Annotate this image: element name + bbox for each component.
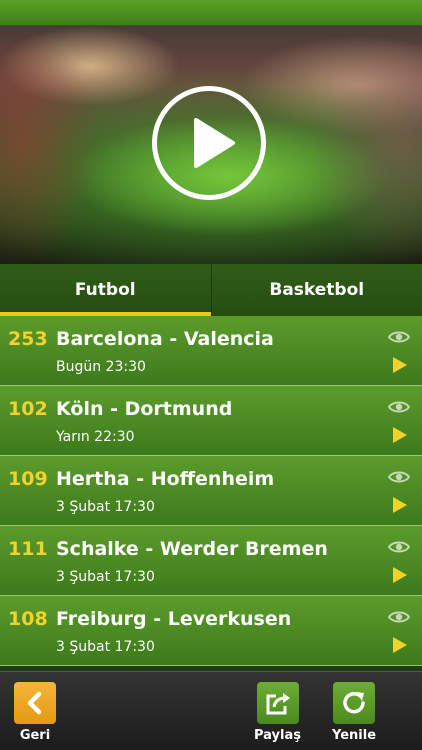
share-icon bbox=[266, 693, 290, 715]
share-button-bg bbox=[256, 682, 299, 724]
hero-background-right bbox=[282, 46, 422, 264]
video-preview[interactable] bbox=[0, 26, 422, 264]
match-time: 3 Şubat 17:30 bbox=[56, 639, 155, 655]
refresh-label: Yenile bbox=[332, 728, 377, 743]
back-label: Geri bbox=[19, 728, 51, 743]
sport-tabs: Futbol Basketbol bbox=[0, 264, 422, 316]
match-title: Köln - Dortmund bbox=[56, 398, 233, 420]
match-title: Schalke - Werder Bremen bbox=[56, 538, 328, 560]
chevron-left-icon bbox=[27, 691, 42, 715]
play-arrow-icon[interactable] bbox=[392, 356, 408, 374]
share-label: Paylaş bbox=[254, 728, 301, 743]
match-time: 3 Şubat 17:30 bbox=[56, 499, 155, 515]
match-row[interactable]: 108 Freiburg - Leverkusen 3 Şubat 17:30 bbox=[0, 596, 422, 666]
eye-icon bbox=[388, 541, 410, 553]
match-row[interactable]: 109 Hertha - Hoffenheim 3 Şubat 17:30 bbox=[0, 456, 422, 526]
refresh-button-bg bbox=[333, 682, 376, 724]
refresh-icon bbox=[343, 691, 365, 714]
match-title: Barcelona - Valencia bbox=[56, 328, 274, 350]
viewer-count: 109 bbox=[8, 468, 48, 490]
viewer-count: 111 bbox=[8, 538, 48, 560]
match-title: Freiburg - Leverkusen bbox=[56, 608, 292, 630]
bottom-toolbar: Geri Paylaş Yenile bbox=[0, 671, 422, 750]
match-list: 253 Barcelona - Valencia Bugün 23:30 102… bbox=[0, 316, 422, 671]
back-button[interactable]: Geri bbox=[14, 682, 56, 743]
match-time: Yarın 22:30 bbox=[56, 429, 135, 445]
tab-futbol-label: Futbol bbox=[74, 280, 136, 300]
tab-futbol[interactable]: Futbol bbox=[0, 264, 211, 316]
eye-icon bbox=[388, 611, 410, 623]
match-row[interactable]: 253 Barcelona - Valencia Bugün 23:30 bbox=[0, 316, 422, 386]
tab-basketbol-label: Basketbol bbox=[269, 280, 365, 300]
eye-icon bbox=[388, 471, 410, 483]
tab-basketbol[interactable]: Basketbol bbox=[210, 264, 422, 316]
eye-icon bbox=[388, 401, 410, 413]
viewer-count: 102 bbox=[8, 398, 48, 420]
viewer-count: 108 bbox=[8, 608, 48, 630]
hero-background-left bbox=[0, 26, 130, 264]
play-button[interactable] bbox=[152, 86, 266, 200]
viewer-count: 253 bbox=[8, 328, 48, 350]
match-title: Hertha - Hoffenheim bbox=[56, 468, 275, 490]
match-time: 3 Şubat 17:30 bbox=[56, 569, 155, 585]
back-button-bg bbox=[14, 682, 56, 724]
play-arrow-icon[interactable] bbox=[392, 566, 408, 584]
play-arrow-icon[interactable] bbox=[392, 636, 408, 654]
match-row[interactable]: 111 Schalke - Werder Bremen 3 Şubat 17:3… bbox=[0, 526, 422, 596]
match-row[interactable]: 102 Köln - Dortmund Yarın 22:30 bbox=[0, 386, 422, 456]
eye-icon bbox=[388, 331, 410, 343]
play-arrow-icon[interactable] bbox=[392, 496, 408, 514]
top-bar bbox=[0, 0, 422, 26]
match-time: Bugün 23:30 bbox=[56, 359, 146, 375]
share-button[interactable]: Paylaş bbox=[254, 682, 301, 743]
refresh-button[interactable]: Yenile bbox=[332, 682, 376, 743]
play-arrow-icon[interactable] bbox=[392, 426, 408, 444]
play-icon bbox=[194, 118, 235, 168]
